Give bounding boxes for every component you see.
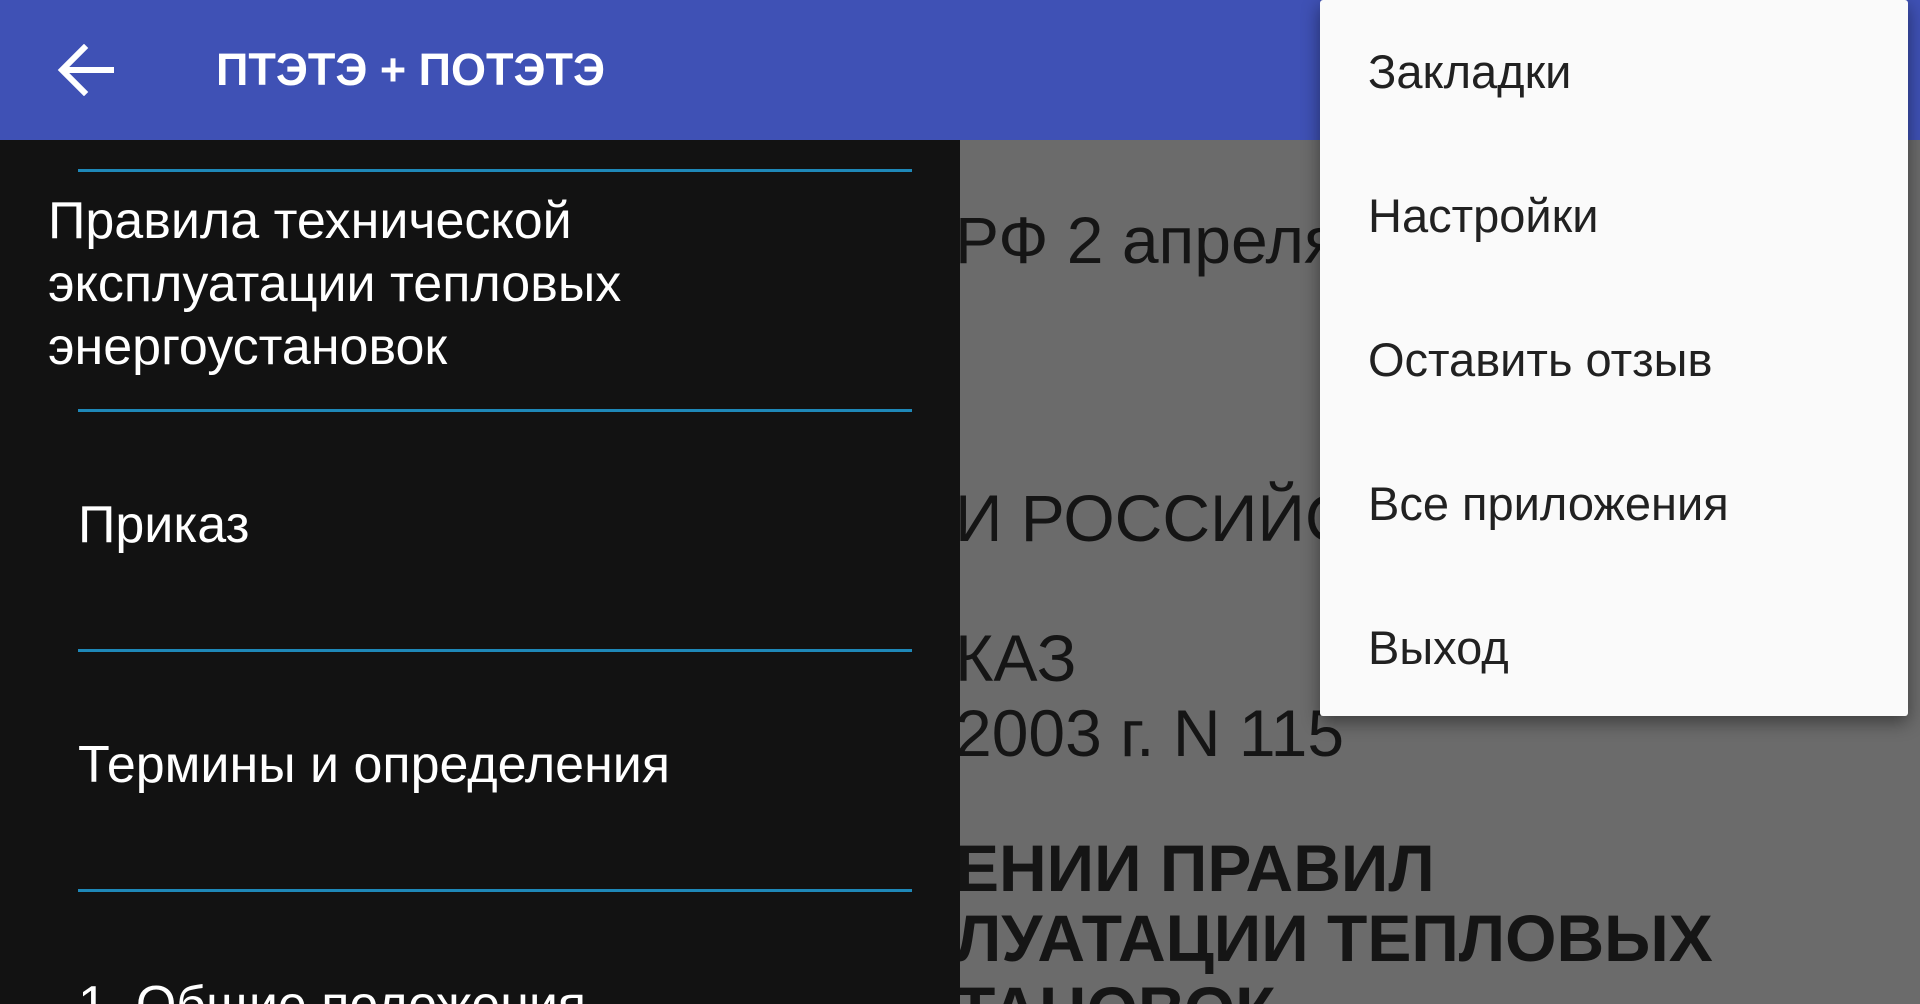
menu-item-bookmarks[interactable]: Закладки xyxy=(1368,0,1888,144)
document-line: ЕНИИ ПРАВИЛ xyxy=(955,831,1435,905)
document-line: ЛУАТАЦИИ ТЕПЛОВЫХ xyxy=(955,901,1713,975)
drawer-item-prikaz[interactable]: Приказ xyxy=(78,495,249,555)
drawer-item-terms[interactable]: Термины и определения xyxy=(78,735,670,795)
drawer-divider xyxy=(78,649,912,652)
menu-item-exit[interactable]: Выход xyxy=(1368,576,1888,720)
toolbar-title: ПТЭТЭ + ПОТЭТЭ xyxy=(216,44,605,95)
document-line: 2003 г. N 115 xyxy=(955,696,1345,770)
menu-item-all-apps[interactable]: Все приложения xyxy=(1368,432,1888,576)
menu-item-settings[interactable]: Настройки xyxy=(1368,144,1888,288)
back-button[interactable] xyxy=(40,25,130,115)
document-line: ТАНОВОК xyxy=(955,972,1275,1004)
drawer-divider xyxy=(78,409,912,412)
document-line: И РОССИЙС xyxy=(955,481,1353,555)
menu-item-feedback[interactable]: Оставить отзыв xyxy=(1368,288,1888,432)
drawer-heading[interactable]: Правила технической эксплуатации тепловы… xyxy=(48,190,848,379)
document-line: КАЗ xyxy=(955,621,1077,695)
drawer-divider xyxy=(78,169,912,172)
drawer-divider xyxy=(78,889,912,892)
drawer-item-general[interactable]: 1. Общие положения xyxy=(78,975,586,1004)
overflow-menu: Закладки Настройки Оставить отзыв Все пр… xyxy=(1320,0,1908,716)
navigation-drawer: Правила технической эксплуатации тепловы… xyxy=(0,140,960,1004)
arrow-back-icon xyxy=(57,44,114,96)
document-line: РФ 2 апреля xyxy=(955,203,1340,277)
app-root: ПТЭТЭ + ПОТЭТЭ РФ 2 апреля И РОССИЙС КАЗ… xyxy=(0,0,1920,1004)
